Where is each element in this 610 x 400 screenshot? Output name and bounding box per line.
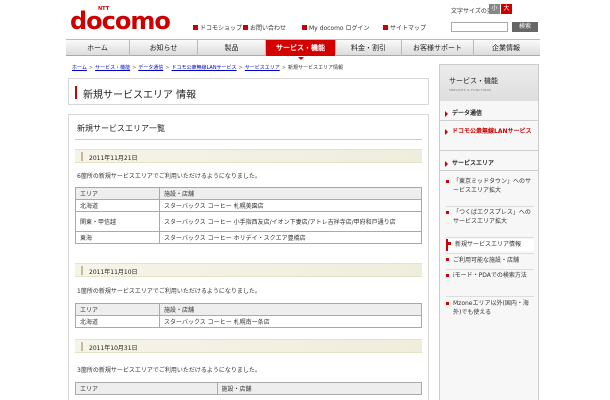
sidebar-section-public-wlan[interactable]: ドコモ公衆無線LANサービス xyxy=(440,125,538,151)
sidebar-item-new-area-info[interactable]: 新規サービスエリア情報 xyxy=(446,239,534,251)
nav-corporate[interactable]: 企業情報 xyxy=(474,40,538,56)
col-header-area: エリア xyxy=(75,187,160,200)
sidebar-section-data-comm[interactable]: データ通信 xyxy=(440,107,538,121)
nav-home[interactable]: ホーム xyxy=(66,40,130,56)
sidebar: サービス・機能 SERVICES & FUNCTIONS データ通信 ドコモ公衆… xyxy=(439,64,539,400)
square-bullet-icon xyxy=(446,211,449,214)
breadcrumb-services[interactable]: サービス・機能 xyxy=(95,65,130,71)
area-table: エリア 施設・店舗 北海道 スターバックス コーヒー 札幌美園店 関東・甲信越 スター… xyxy=(75,187,422,244)
breadcrumb-data-comm[interactable]: データ通信 xyxy=(138,65,163,71)
logo-ntt: NTT xyxy=(98,6,110,12)
table-row: 北海道 スターバックス コーヒー 札幌南一条店 xyxy=(75,315,422,328)
square-bullet-icon xyxy=(446,258,449,261)
square-bullet-icon xyxy=(448,242,451,245)
arrow-right-icon xyxy=(445,161,448,167)
area-table: エリア 施設・店舗 北海道 スターバックス コーヒー 札幌南一条店 xyxy=(75,303,422,328)
date-heading: 2011年11月21日 xyxy=(75,149,422,163)
col-header-facility: 施設・店舗 xyxy=(159,303,422,316)
entry-intro: 3箇所の新規サービスエリアでご利用いただけるようになりました。 xyxy=(77,367,261,374)
square-bullet-icon xyxy=(193,25,198,30)
square-bullet-icon xyxy=(446,274,449,277)
breadcrumb-service-area[interactable]: サービスエリア xyxy=(245,65,280,71)
sidebar-item-tsukuba-express[interactable]: 「つくばエクスプレス」へのサービスエリア拡大 xyxy=(446,208,534,236)
section-title: 新規サービスエリア一覧 xyxy=(77,124,165,133)
page: NTT docomo 文字サイズの変更 小 大 検索 ドコモショップ お問い合わ… xyxy=(0,0,610,400)
docomo-logo[interactable]: NTT docomo xyxy=(70,6,171,35)
breadcrumb-public-wlan[interactable]: ドコモ公衆無線LANサービス xyxy=(172,65,237,71)
sidebar-item-outside-mzone[interactable]: Mzoneエリア以外(国内・海外)でも使える xyxy=(446,299,534,323)
arrow-right-icon xyxy=(445,129,448,135)
sidebar-title: サービス・機能 xyxy=(449,77,498,85)
col-header-area: エリア xyxy=(75,382,218,395)
search-button[interactable]: 検索 xyxy=(512,22,538,32)
date-heading: 2011年10月31日 xyxy=(75,339,422,353)
breadcrumb-home[interactable]: ホーム xyxy=(72,65,87,71)
table-row: 関東・甲信越 スターバックス コーヒー 小手指西友店/イオン下妻店/アトレ吉祥寺店… xyxy=(75,211,422,232)
link-contact[interactable]: お問い合わせ xyxy=(243,23,286,32)
square-bullet-icon xyxy=(383,25,388,30)
nav-support[interactable]: お客様サポート xyxy=(402,40,474,56)
global-nav: ホーム お知らせ 製品 サービス・機能 料金・割引 お客様サポート 企業情報 xyxy=(66,39,540,60)
sidebar-item-tokyo-midtown[interactable]: 「東京ミッドタウン」へのサービスエリア拡大 xyxy=(446,177,534,205)
arrow-right-icon xyxy=(445,111,448,117)
square-bullet-icon xyxy=(446,180,449,183)
col-header-facility: 施設・店舗 xyxy=(216,382,423,395)
nav-pricing[interactable]: 料金・割引 xyxy=(336,40,402,56)
col-header-facility: 施設・店舗 xyxy=(159,187,422,200)
nav-news[interactable]: お知らせ xyxy=(130,40,198,56)
entry-intro: 1箇所の新規サービスエリアでご利用いただけるようになりました。 xyxy=(77,288,261,295)
section-divider xyxy=(75,139,422,140)
font-size-large-button[interactable]: 大 xyxy=(501,4,512,14)
link-my-docomo-login[interactable]: My docomo ログイン xyxy=(302,23,370,32)
square-bullet-icon xyxy=(302,25,307,30)
table-row: 北海道 スターバックス コーヒー 札幌美園店 xyxy=(75,199,422,212)
sidebar-header: サービス・機能 SERVICES & FUNCTIONS xyxy=(440,65,538,101)
sidebar-section-service-area[interactable]: サービスエリア xyxy=(440,157,538,171)
breadcrumb: ホーム > サービス・機能 > データ通信 > ドコモ公衆無線LANサービス > サービスエリア… xyxy=(72,65,343,71)
header: NTT docomo 文字サイズの変更 小 大 検索 ドコモショップ お問い合わ… xyxy=(0,0,610,38)
sidebar-item-imode-pda-search[interactable]: iモード・PDAでの検索方法 xyxy=(446,271,534,295)
main-content: 新規サービスエリア一覧 2011年11月21日 6箇所の新規サービスエリアでご利… xyxy=(68,114,429,400)
link-docomo-shop[interactable]: ドコモショップ xyxy=(193,23,242,32)
col-header-area: エリア xyxy=(75,303,160,316)
date-heading: 2011年11月10日 xyxy=(75,263,422,277)
table-row: 東海 スターバックス コーヒー ホリデイ・スクエア豊橋店 xyxy=(75,231,422,244)
entry-intro: 6箇所の新規サービスエリアでご利用いただけるようになりました。 xyxy=(77,173,261,180)
search-input[interactable] xyxy=(451,22,508,32)
sidebar-item-available-facilities[interactable]: ご利用可能な施設・店舗 xyxy=(446,255,534,267)
nav-services[interactable]: サービス・機能 xyxy=(266,40,336,60)
square-bullet-icon xyxy=(446,302,449,305)
page-title: 新規サービスエリア 情報 xyxy=(83,90,197,101)
area-table: エリア 施設・店舗 xyxy=(75,382,423,395)
logo-wordmark: docomo xyxy=(70,7,171,35)
sidebar-subtitle: SERVICES & FUNCTIONS xyxy=(449,88,492,92)
breadcrumb-current: 新規サービスエリア情報 xyxy=(287,65,343,71)
square-bullet-icon xyxy=(243,25,248,30)
font-size-small-button[interactable]: 小 xyxy=(489,4,500,14)
page-title-box: 新規サービスエリア 情報 xyxy=(68,78,429,105)
nav-products[interactable]: 製品 xyxy=(198,40,266,56)
link-sitemap[interactable]: サイトマップ xyxy=(383,23,426,32)
